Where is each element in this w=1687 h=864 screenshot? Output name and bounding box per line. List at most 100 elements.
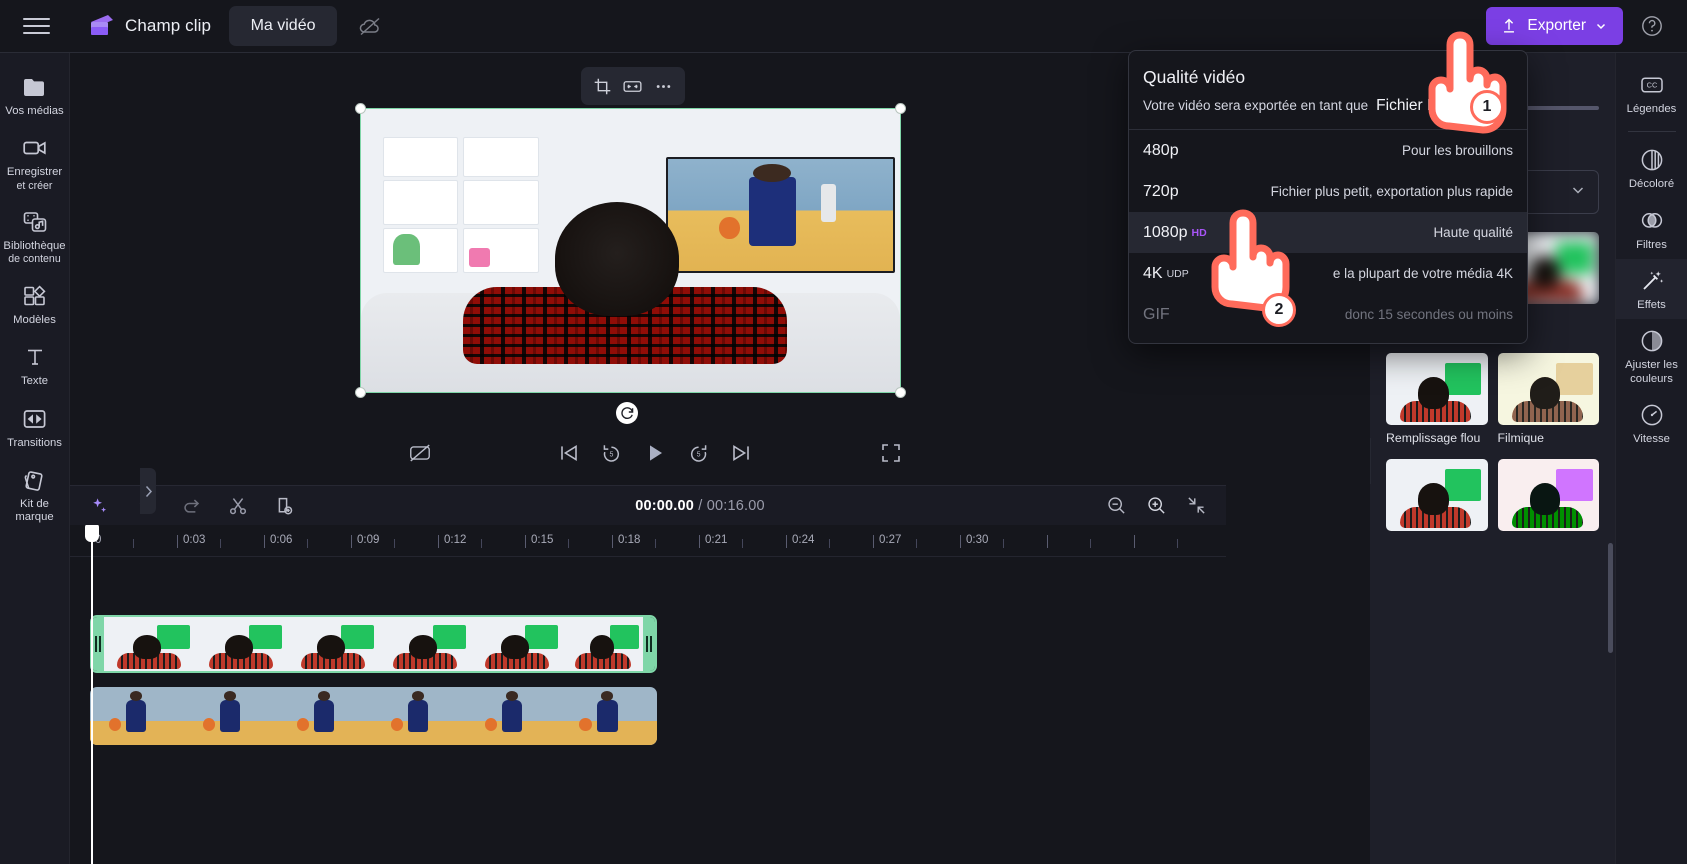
- export-option-label: 4K: [1143, 264, 1163, 282]
- export-option-4k[interactable]: 4K UDP e la plupart de votre média 4K: [1129, 253, 1527, 294]
- templates-icon: [22, 283, 48, 309]
- effect-card[interactable]: Filmique: [1497, 353, 1599, 446]
- effects-scrollbar[interactable]: [1608, 543, 1613, 653]
- export-button[interactable]: Exporter: [1486, 7, 1623, 45]
- zoom-in-icon[interactable]: [1140, 491, 1172, 521]
- hamburger-menu-icon[interactable]: [0, 0, 72, 53]
- ruler-label: 0:21: [705, 534, 728, 546]
- fit-icon[interactable]: [619, 72, 647, 100]
- crop-icon[interactable]: [588, 72, 616, 100]
- ruler-tick: [220, 539, 221, 548]
- effect-card[interactable]: [1497, 459, 1599, 537]
- fit-timeline-icon[interactable]: [1180, 491, 1212, 521]
- top-bar: Champ clip Ma vidéo Exporter: [0, 0, 1687, 53]
- fade-icon: [1639, 147, 1665, 173]
- export-option-480p[interactable]: 480p Pour les brouillons: [1129, 130, 1527, 171]
- ruler-tick-major: [786, 535, 787, 548]
- help-circle-icon[interactable]: [1635, 9, 1669, 43]
- udp-badge: UDP: [1166, 267, 1189, 280]
- resize-handle-top-right[interactable]: [895, 103, 906, 114]
- clipchamp-editor: Champ clip Ma vidéo Exporter Vos médias …: [0, 0, 1687, 864]
- table-row[interactable]: [90, 687, 657, 745]
- contrast-icon: [1639, 328, 1665, 354]
- ruler-label: 0:15: [531, 534, 554, 546]
- hd-badge: HD: [1191, 226, 1207, 239]
- skip-end-icon[interactable]: [724, 436, 758, 470]
- left-sidebar: Vos médias Enregistrer et créer Biblioth…: [0, 53, 70, 864]
- effect-thumbnail: [1497, 459, 1599, 531]
- sparkle-icon[interactable]: [84, 491, 116, 521]
- export-quality-menu: Qualité vidéo Votre vidéo sera exportée …: [1128, 50, 1528, 344]
- sidebar-item-bibliotheque-de-contenu[interactable]: Bibliothèque de contenu: [0, 200, 70, 273]
- brand-kit-icon: [22, 467, 48, 493]
- timeline[interactable]: 0 0:03 0:06 0:09 0:12 0:15 0:18 0:21 0:2: [70, 525, 1226, 864]
- split-icon[interactable]: [222, 491, 254, 521]
- sidebar-item-effets[interactable]: Effets: [1615, 258, 1687, 320]
- fullscreen-icon[interactable]: [874, 436, 908, 470]
- tv-player-2: [820, 183, 837, 222]
- ruler-tick: [916, 539, 917, 548]
- sidebar-item-enregistrer-et-creer[interactable]: Enregistrer et créer: [0, 126, 70, 199]
- rotate-icon[interactable]: [616, 402, 638, 424]
- cloud-off-icon[interactable]: [353, 9, 387, 43]
- ruler-tick: [307, 539, 308, 548]
- ruler-label: 0:12: [444, 534, 467, 546]
- effect-card[interactable]: [1386, 459, 1488, 537]
- sidebar-item-texte[interactable]: Texte: [0, 335, 70, 395]
- timeline-ruler[interactable]: 0 0:03 0:06 0:09 0:12 0:15 0:18 0:21 0:2: [70, 525, 1226, 557]
- more-icon[interactable]: [650, 72, 678, 100]
- resize-handle-bottom-left[interactable]: [355, 387, 366, 398]
- zoom-out-icon[interactable]: [1100, 491, 1132, 521]
- text-icon: [23, 344, 47, 370]
- ruler-tick: [481, 539, 482, 548]
- export-format-value: Fichier MP4: [1376, 97, 1459, 114]
- ruler-tick: [1090, 539, 1091, 548]
- ruler-tick-major: [960, 535, 961, 548]
- export-menu-title: Qualité vidéo: [1143, 67, 1246, 87]
- clip-trim-right-handle[interactable]: [643, 617, 655, 671]
- sidebar-item-kit-de-marque[interactable]: Kit de marque: [0, 458, 70, 532]
- resize-handle-bottom-right[interactable]: [895, 387, 906, 398]
- clip-trim-left-handle[interactable]: [92, 617, 104, 671]
- camera-icon: [22, 135, 48, 161]
- rewind-5s-icon[interactable]: 5: [594, 436, 628, 470]
- expand-left-panel-chevron-icon[interactable]: [140, 468, 156, 514]
- resize-handle-top-left[interactable]: [355, 103, 366, 114]
- sidebar-item-filtres[interactable]: Filtres: [1616, 199, 1687, 259]
- ruler-label: 0:03: [183, 534, 206, 546]
- sidebar-item-ajuster-les-couleurs[interactable]: Ajuster les couleurs: [1616, 319, 1687, 393]
- export-option-720p[interactable]: 720p Fichier plus petit, exportation plu…: [1129, 171, 1527, 212]
- sidebar-label-main: Bibliothèque: [3, 240, 66, 253]
- filters-icon: [1639, 208, 1665, 234]
- collapse-panel-chevron-icon[interactable]: [1370, 438, 1371, 484]
- effect-card[interactable]: Remplissage flou: [1386, 353, 1488, 446]
- sidebar-item-decolore[interactable]: Décoloré: [1616, 138, 1687, 198]
- sidebar-item-legendes[interactable]: CC Légendes: [1616, 63, 1687, 123]
- effect-name: Filmique: [1497, 431, 1544, 445]
- sidebar-label: Modèles: [13, 313, 56, 326]
- export-option-label: 1080p: [1143, 223, 1188, 241]
- play-icon[interactable]: [638, 436, 672, 470]
- export-option-1080p[interactable]: 1080p HD Haute qualité: [1129, 212, 1527, 253]
- redo-icon[interactable]: [176, 491, 208, 521]
- clip-floating-toolbar: [581, 67, 685, 105]
- timeline-playhead[interactable]: [85, 525, 99, 864]
- sidebar-label: Ajuster les couleurs: [1625, 359, 1678, 385]
- captions-off-icon[interactable]: [403, 436, 437, 470]
- project-tab[interactable]: Ma vidéo: [229, 6, 338, 46]
- export-option-desc: e la plupart de votre média 4K: [1332, 266, 1513, 281]
- playhead-handle[interactable]: [85, 525, 99, 542]
- sidebar-item-transitions[interactable]: Transitions: [0, 397, 70, 457]
- sidebar-item-modeles[interactable]: Modèles: [0, 274, 70, 334]
- forward-5s-icon[interactable]: 5: [682, 436, 716, 470]
- sidebar-item-vos-medias[interactable]: Vos médias: [0, 65, 70, 125]
- chevron-down-icon: [1596, 23, 1606, 30]
- table-row[interactable]: [90, 615, 657, 673]
- duplicate-icon[interactable]: [268, 491, 300, 521]
- skip-start-icon[interactable]: [552, 436, 586, 470]
- video-preview[interactable]: [355, 103, 906, 398]
- sidebar-item-vitesse[interactable]: Vitesse: [1616, 393, 1687, 453]
- ruler-label: 0:06: [270, 534, 293, 546]
- ruler-tick-major: [1134, 535, 1135, 548]
- brand: Champ clip: [72, 13, 211, 39]
